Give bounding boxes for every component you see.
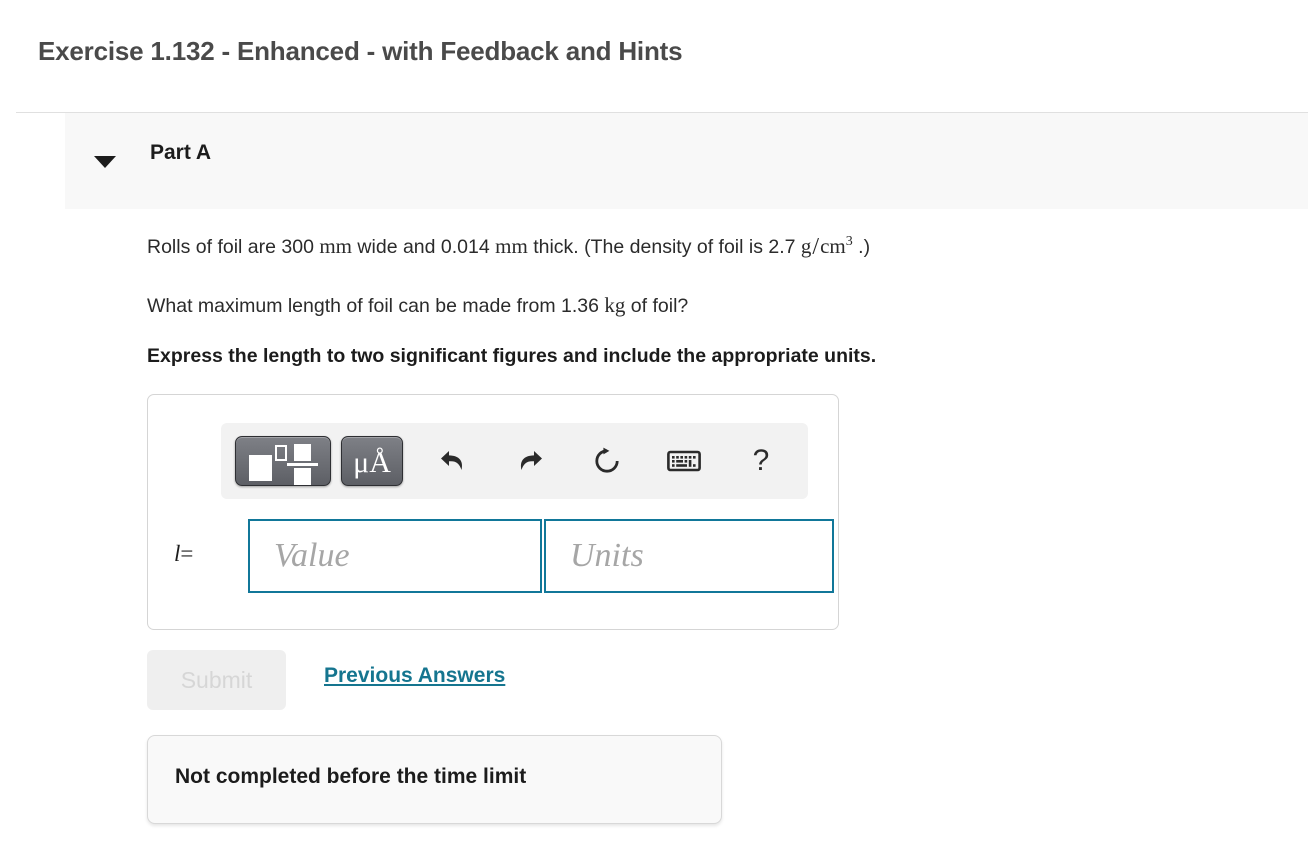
redo-button[interactable] [506, 437, 554, 485]
part-a-label: Part A [150, 141, 212, 164]
caret-down-icon [94, 156, 116, 168]
unit-density-denominator: cm [820, 234, 846, 258]
question-text-pre: Rolls of foil are 300 [147, 236, 320, 258]
undo-button[interactable] [429, 437, 477, 485]
template-base-box [249, 455, 272, 481]
part-a-section-header[interactable]: Part A [65, 113, 1308, 209]
redo-icon [520, 451, 542, 470]
math-template-button[interactable] [235, 436, 331, 486]
question-text-mid-2: thick. (The density of foil is 2.7 [527, 236, 801, 258]
template-fraction-bar [287, 463, 318, 466]
question-text-post: .) [852, 236, 871, 258]
part-a-collapse-toggle[interactable] [94, 150, 118, 172]
question-text-mid-1: wide and 0.014 [352, 236, 496, 258]
units-button[interactable]: μÅ [341, 436, 403, 486]
question2-text-post: of foil? [625, 295, 689, 317]
question-line-2: What maximum length of foil can be made … [147, 293, 688, 318]
undo-icon [441, 451, 463, 470]
template-denominator-box [294, 468, 311, 485]
unit-kg-mass: kg [604, 293, 626, 317]
units-input-placeholder: Units [570, 537, 644, 574]
reset-icon [595, 447, 619, 473]
exercise-page: Exercise 1.132 - Enhanced - with Feedbac… [0, 0, 1308, 860]
answer-container: μÅ ? l= Value Units [147, 394, 839, 630]
unit-density-exponent: 3 [845, 234, 853, 249]
keyboard-button[interactable] [660, 437, 708, 485]
submit-button[interactable]: Submit [147, 650, 286, 710]
units-icon-mu: μ [353, 445, 370, 479]
template-numerator-box [294, 444, 311, 461]
unit-density-numerator: g [800, 234, 812, 258]
unit-density: g/cm3 [800, 234, 853, 260]
keyboard-icon [667, 450, 701, 472]
math-template-icon [236, 437, 330, 485]
unit-density-slash: / [812, 234, 820, 260]
units-icon-angstrom: Å [369, 445, 391, 479]
help-button[interactable]: ? [737, 437, 785, 485]
help-icon: ? [752, 444, 770, 477]
previous-answers-link[interactable]: Previous Answers [324, 664, 505, 688]
question2-text-pre: What maximum length of foil can be made … [147, 295, 605, 317]
status-message-text: Not completed before the time limit [175, 765, 527, 788]
unit-mm-thickness: mm [495, 234, 528, 258]
answer-input-row: l= Value Units [174, 519, 834, 593]
units-input[interactable]: Units [544, 519, 834, 593]
equals-sign: = [180, 541, 194, 566]
unit-mm-width: mm [319, 234, 353, 258]
value-input-placeholder: Value [274, 537, 350, 574]
answer-toolbar: μÅ ? [221, 423, 808, 499]
variable-label: l= [174, 541, 193, 567]
reset-button[interactable] [583, 437, 631, 485]
page-title: Exercise 1.132 - Enhanced - with Feedbac… [38, 36, 683, 66]
value-input[interactable]: Value [248, 519, 542, 593]
template-superscript-box [275, 445, 287, 461]
question-instruction: Express the length to two significant fi… [147, 345, 877, 367]
status-message-box: Not completed before the time limit [147, 735, 722, 824]
question-line-1: Rolls of foil are 300 mm wide and 0.014 … [147, 233, 870, 260]
units-icon: μÅ [342, 437, 402, 485]
